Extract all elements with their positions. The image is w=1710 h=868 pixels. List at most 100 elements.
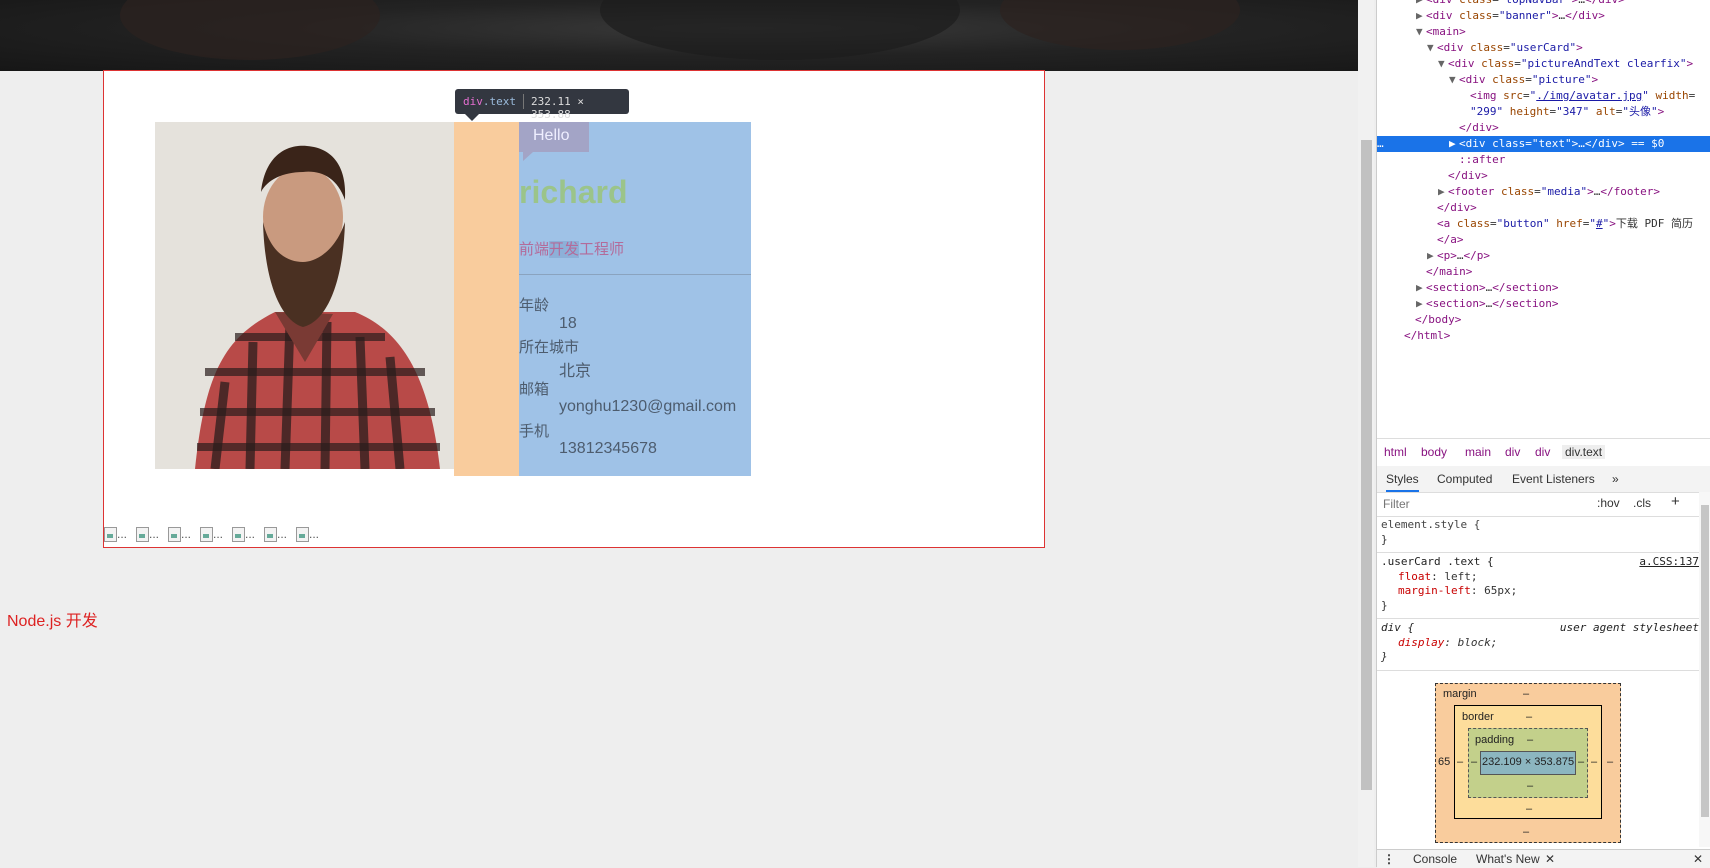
rule-source: user agent stylesheet bbox=[1559, 621, 1699, 634]
dom-node[interactable]: <a class="button" href="#">下载 PDF 简历 bbox=[1377, 216, 1710, 232]
margin-label: margin bbox=[1443, 688, 1477, 700]
dom-node-markup: </div> bbox=[1459, 121, 1499, 134]
dom-node[interactable]: </div> bbox=[1377, 120, 1710, 136]
rule-property: display: block; bbox=[1398, 635, 1498, 649]
drawer-tab-whats-new[interactable]: What's New bbox=[1476, 852, 1540, 866]
dom-node[interactable]: </div> bbox=[1377, 200, 1710, 216]
add-rule-icon[interactable]: + bbox=[1671, 493, 1680, 510]
dom-node[interactable]: ▶ <footer class="media">…</footer> bbox=[1377, 184, 1710, 200]
dom-node[interactable]: ▶ <section>…</section> bbox=[1377, 280, 1710, 296]
close-drawer-icon[interactable]: ✕ bbox=[1693, 852, 1703, 866]
breadcrumb-div-text[interactable]: div.text bbox=[1562, 445, 1606, 459]
dom-node-markup: <section>…</section> bbox=[1426, 297, 1559, 310]
tab-event-listeners[interactable]: Event Listeners bbox=[1512, 472, 1595, 486]
dom-node-markup: <section>…</section> bbox=[1426, 281, 1559, 294]
inspect-tooltip: div.text 232.11 × 353.88 bbox=[455, 89, 629, 121]
close-tab-icon[interactable]: ✕ bbox=[1545, 852, 1555, 866]
content-size: 232.109 × 353.875 bbox=[1482, 756, 1575, 768]
more-tabs-icon[interactable]: » bbox=[1612, 472, 1619, 486]
dom-node[interactable]: ▼ <main> bbox=[1377, 24, 1710, 40]
hello-badge-tail bbox=[523, 152, 533, 161]
dom-node[interactable]: ▶ <section>…</section> bbox=[1377, 296, 1710, 312]
dom-node[interactable]: ▶ <div class="banner">…</div> bbox=[1377, 8, 1710, 24]
dom-node[interactable]: ▼ <div class="picture"> bbox=[1377, 72, 1710, 88]
dom-node[interactable]: ▼ <div class="userCard"> bbox=[1377, 40, 1710, 56]
broken-image-icon[interactable]: ... bbox=[296, 526, 328, 542]
drawer-menu-icon[interactable]: ⋮ bbox=[1383, 852, 1395, 866]
elements-tree: ▶<div class="topNavBar">…</div>▶<div cla… bbox=[1377, 0, 1710, 436]
broken-image-icon[interactable]: ... bbox=[200, 526, 232, 542]
broken-image-alt: ... bbox=[213, 527, 224, 541]
page-scrollbar-thumb[interactable] bbox=[1361, 140, 1372, 790]
breadcrumb-body[interactable]: body bbox=[1421, 445, 1447, 459]
broken-image-glyph bbox=[232, 527, 245, 542]
collapse-triangle-icon[interactable]: ▼ bbox=[1416, 24, 1426, 40]
element-style-rule: element.style { } bbox=[1381, 518, 1480, 547]
broken-image-icon[interactable]: ... bbox=[136, 526, 168, 542]
page-viewport: Hello richard 前端开发工程师 年龄 18 所在城市 北京 邮箱 y… bbox=[0, 0, 1358, 867]
broken-image-icon[interactable]: ... bbox=[232, 526, 264, 542]
dom-node[interactable]: </main> bbox=[1377, 264, 1710, 280]
user-name: richard bbox=[519, 174, 628, 210]
dom-node[interactable]: ▶<div class="topNavBar">…</div> bbox=[1377, 0, 1710, 8]
tab-computed[interactable]: Computed bbox=[1437, 472, 1492, 486]
margin-bottom-value: – bbox=[1523, 826, 1530, 838]
dom-node-markup: </div> bbox=[1437, 201, 1477, 214]
dom-node-markup: </body> bbox=[1415, 313, 1462, 326]
expand-triangle-icon[interactable]: ▶ bbox=[1427, 248, 1437, 264]
border-top-value: – bbox=[1526, 711, 1533, 723]
breadcrumb-div[interactable]: div bbox=[1505, 445, 1520, 459]
rule-property[interactable]: float: left; bbox=[1381, 570, 1699, 585]
dom-node-markup: </div> bbox=[1448, 169, 1488, 182]
broken-image-icon[interactable]: ... bbox=[264, 526, 296, 542]
info-label-city: 所在城市 bbox=[519, 339, 580, 356]
rule-property[interactable]: margin-left: 65px; bbox=[1381, 584, 1699, 599]
drawer-tab-console[interactable]: Console bbox=[1413, 852, 1457, 866]
expand-triangle-icon[interactable]: ▶ bbox=[1438, 184, 1448, 200]
dom-node-markup: <div class="banner">…</div> bbox=[1426, 9, 1605, 22]
dom-node[interactable]: ::after bbox=[1377, 152, 1710, 168]
tooltip-tag-name: div bbox=[463, 95, 483, 108]
rule-source-link[interactable]: a.CSS:137 bbox=[1639, 555, 1699, 570]
dom-node[interactable]: </a> bbox=[1377, 232, 1710, 248]
dom-node[interactable]: "299" height="347" alt="头像"> bbox=[1377, 104, 1710, 120]
dom-node[interactable]: </div> bbox=[1377, 168, 1710, 184]
tab-styles[interactable]: Styles bbox=[1386, 472, 1419, 492]
dom-node[interactable]: </html> bbox=[1377, 328, 1710, 344]
expand-triangle-icon[interactable]: ▶ bbox=[1416, 280, 1426, 296]
expand-triangle-icon[interactable]: ▶ bbox=[1416, 0, 1426, 8]
styles-scrollbar-thumb[interactable] bbox=[1701, 505, 1709, 817]
breadcrumb-div[interactable]: div bbox=[1535, 445, 1550, 459]
broken-image-alt: ... bbox=[277, 527, 288, 541]
expand-triangle-icon[interactable]: ▶ bbox=[1416, 8, 1426, 24]
devtools-panel: ▶<div class="topNavBar">…</div>▶<div cla… bbox=[1376, 0, 1710, 868]
dom-node[interactable]: ▶ <p>…</p> bbox=[1377, 248, 1710, 264]
dom-node-markup: <main> bbox=[1426, 25, 1466, 38]
broken-image-icon[interactable]: ... bbox=[168, 526, 200, 542]
collapse-triangle-icon[interactable]: ▼ bbox=[1427, 40, 1437, 56]
property-name: display bbox=[1398, 635, 1445, 649]
tooltip-size: 232.11 × 353.88 bbox=[531, 95, 584, 121]
dom-node[interactable]: ▼ <div class="pictureAndText clearfix"> bbox=[1377, 56, 1710, 72]
card-divider bbox=[519, 274, 751, 275]
padding-bottom-value: – bbox=[1527, 780, 1534, 792]
hov-toggle[interactable]: :hov bbox=[1597, 496, 1620, 510]
info-value-city: 北京 bbox=[559, 363, 592, 380]
expand-triangle-icon[interactable]: ▶ bbox=[1449, 136, 1459, 152]
dom-node-selected[interactable]: … ▶ <div class="text">…</div> == $0 bbox=[1377, 136, 1710, 152]
collapse-triangle-icon[interactable]: ▼ bbox=[1438, 56, 1448, 72]
margin-left-value: 65 bbox=[1438, 756, 1451, 768]
cls-toggle[interactable]: .cls bbox=[1633, 496, 1651, 510]
usercard-text-rule: .userCard .text { float: left; margin-le… bbox=[1381, 555, 1699, 613]
dom-node[interactable]: <img src="./img/avatar.jpg" width= bbox=[1377, 88, 1710, 104]
breadcrumb-main[interactable]: main bbox=[1465, 445, 1491, 459]
expand-triangle-icon[interactable]: ▶ bbox=[1416, 296, 1426, 312]
dom-node[interactable]: </body> bbox=[1377, 312, 1710, 328]
dom-node-markup: </main> bbox=[1426, 265, 1473, 278]
dom-node-markup: <footer class="media">…</footer> bbox=[1448, 185, 1660, 198]
collapse-triangle-icon[interactable]: ▼ bbox=[1449, 72, 1459, 88]
styles-filter-input[interactable] bbox=[1381, 495, 1585, 513]
breadcrumb-html[interactable]: html bbox=[1384, 445, 1407, 459]
tooltip-separator bbox=[523, 94, 524, 109]
broken-image-icon[interactable]: ... bbox=[104, 526, 136, 542]
